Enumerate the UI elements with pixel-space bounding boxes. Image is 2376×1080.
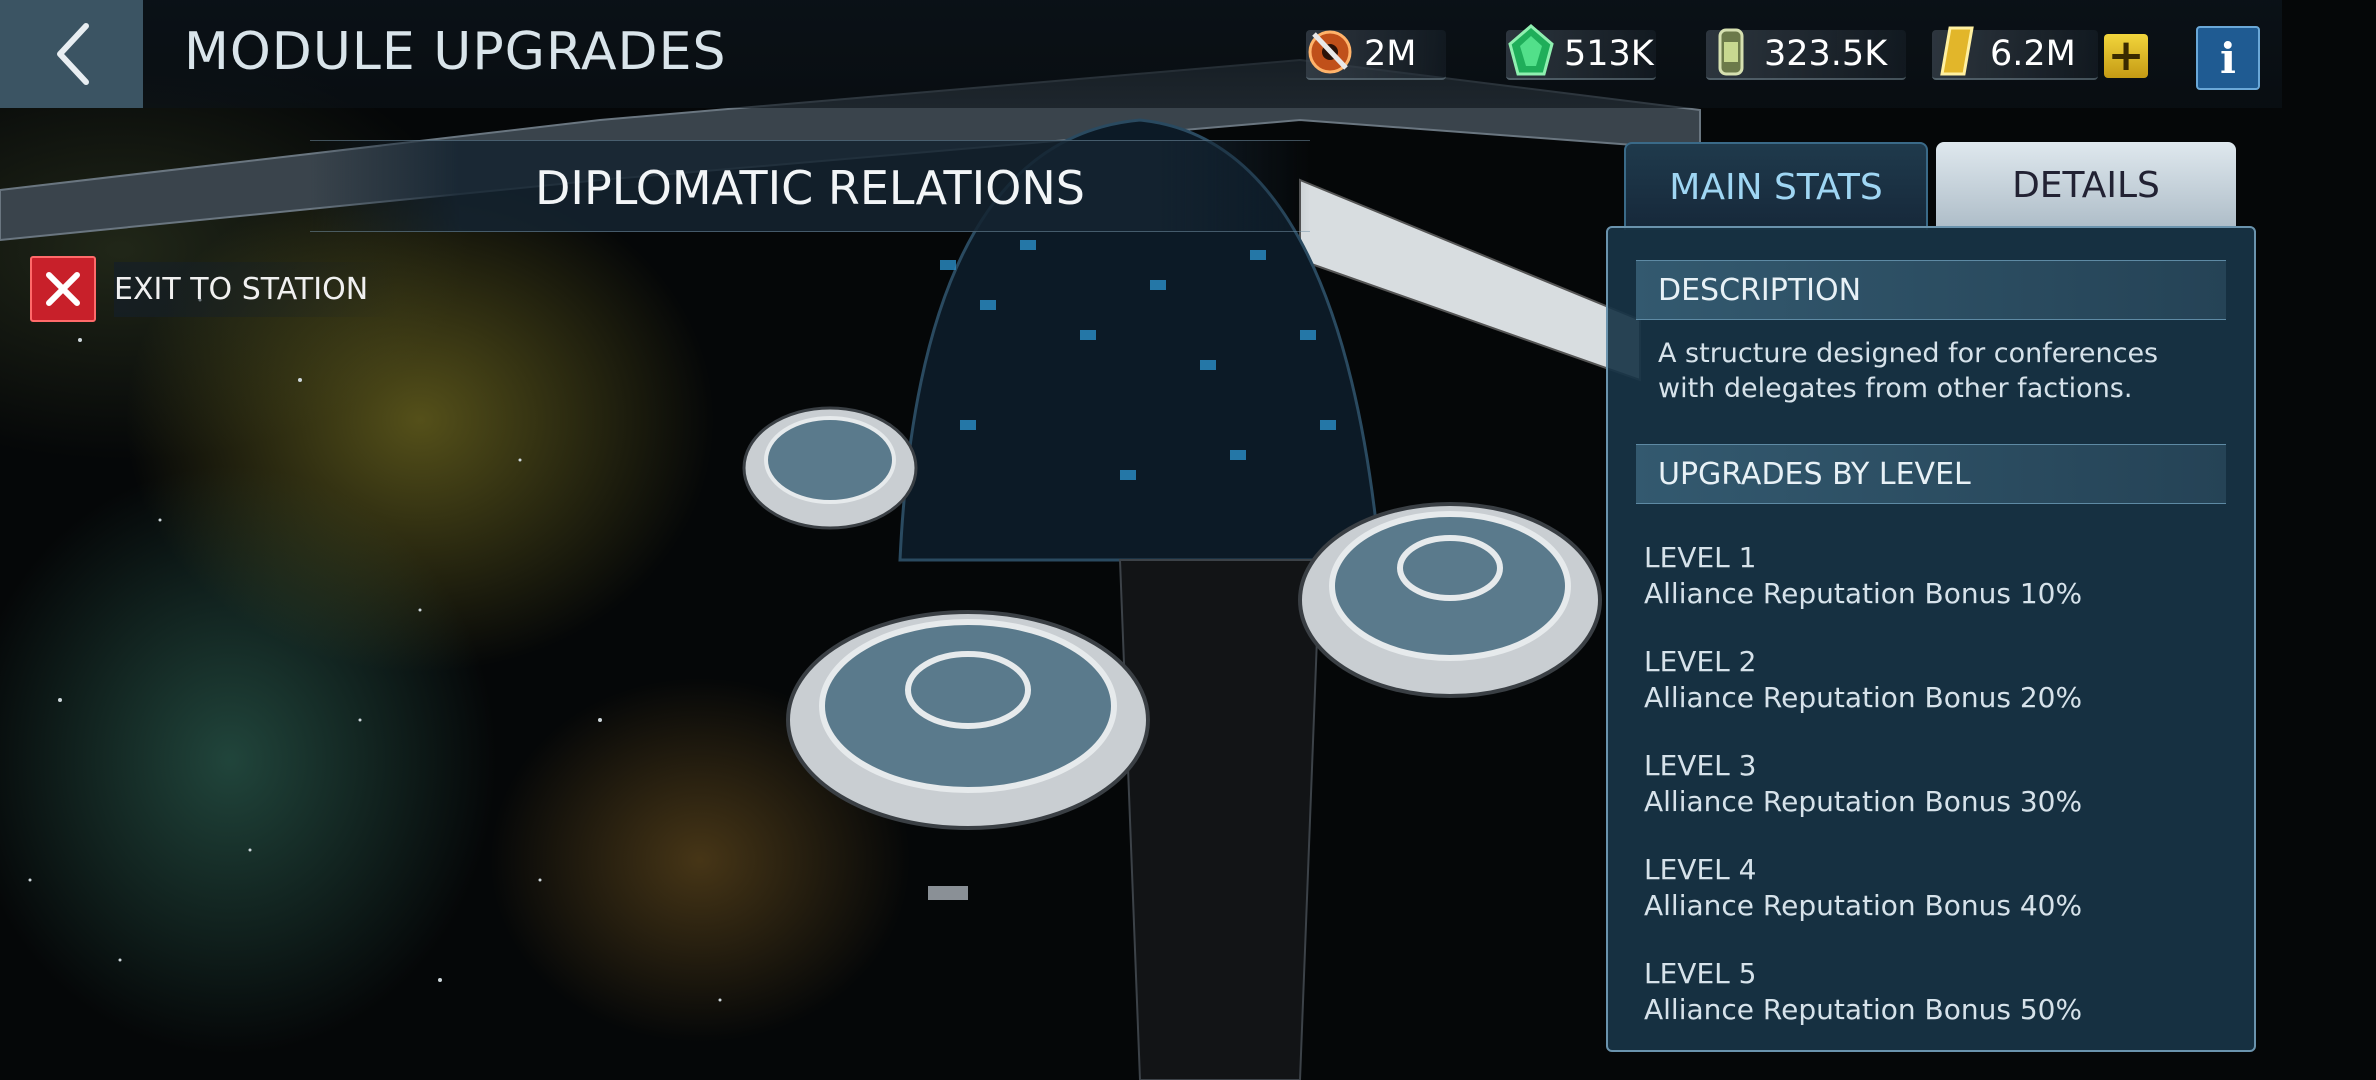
resource-gas[interactable]: 323.5K bbox=[1706, 28, 1906, 80]
gas-icon bbox=[1718, 28, 1744, 76]
level-bonus: Alliance Reputation Bonus 20% bbox=[1644, 681, 2083, 714]
level-item: LEVEL 1 Alliance Reputation Bonus 10% bbox=[1644, 540, 2224, 612]
description-text: A structure designed for conferences wit… bbox=[1658, 338, 2159, 404]
level-item: LEVEL 3 Alliance Reputation Bonus 30% bbox=[1644, 748, 2224, 820]
exit-to-station-label: EXIT TO STATION bbox=[114, 261, 399, 317]
landing-pad-back bbox=[742, 406, 918, 530]
info-button[interactable]: i bbox=[2196, 26, 2260, 90]
starfield bbox=[28, 298, 722, 1002]
description-heading: DESCRIPTION bbox=[1636, 260, 2226, 320]
info-icon: i bbox=[2220, 33, 2236, 83]
chevron-left-icon bbox=[56, 23, 89, 85]
resource-parts[interactable]: 2M bbox=[1306, 30, 1446, 80]
module-name: DIPLOMATIC RELATIONS bbox=[534, 161, 1085, 215]
close-icon bbox=[30, 256, 96, 322]
latinum-icon bbox=[1940, 26, 1974, 76]
back-button[interactable] bbox=[0, 0, 143, 108]
resource-latinum[interactable]: 6.2M bbox=[1932, 26, 2098, 80]
crystal-icon bbox=[1508, 24, 1554, 76]
tab-details-label: DETAILS bbox=[2012, 164, 2160, 206]
page-title: MODULE UPGRADES bbox=[184, 22, 727, 82]
tab-main-stats-label: MAIN STATS bbox=[1669, 166, 1883, 208]
add-currency-button[interactable]: + bbox=[2104, 34, 2148, 78]
tab-main-stats[interactable]: MAIN STATS bbox=[1624, 142, 1928, 230]
level-bonus: Alliance Reputation Bonus 10% bbox=[1644, 577, 2083, 610]
level-bonus: Alliance Reputation Bonus 50% bbox=[1644, 993, 2083, 1026]
upgrades-heading: UPGRADES BY LEVEL bbox=[1636, 444, 2226, 504]
top-bar: MODULE UPGRADES 2M 513K 323.5K 6.2M + i bbox=[0, 0, 2282, 108]
resource-parts-value: 2M bbox=[1364, 34, 1417, 74]
resource-latinum-value: 6.2M bbox=[1990, 34, 2076, 74]
level-title: LEVEL 1 bbox=[1644, 541, 1757, 574]
level-item: LEVEL 4 Alliance Reputation Bonus 40% bbox=[1644, 852, 2224, 924]
level-item: LEVEL 2 Alliance Reputation Bonus 20% bbox=[1644, 644, 2224, 716]
level-bonus: Alliance Reputation Bonus 40% bbox=[1644, 889, 2083, 922]
tab-details[interactable]: DETAILS bbox=[1936, 142, 2236, 228]
landing-pad-left bbox=[786, 610, 1150, 830]
resource-crystal-value: 513K bbox=[1564, 34, 1654, 74]
level-title: LEVEL 4 bbox=[1644, 853, 1757, 886]
station-arm-right bbox=[1299, 178, 1641, 382]
level-item: LEVEL 5 Alliance Reputation Bonus 50% bbox=[1644, 956, 2224, 1028]
resource-gas-value: 323.5K bbox=[1764, 34, 1888, 74]
level-title: LEVEL 5 bbox=[1644, 957, 1757, 990]
exit-to-station-button[interactable]: EXIT TO STATION bbox=[30, 256, 399, 322]
station-base bbox=[1118, 559, 1322, 1080]
small-ship bbox=[928, 886, 968, 900]
level-title: LEVEL 3 bbox=[1644, 749, 1757, 782]
module-name-banner: DIPLOMATIC RELATIONS bbox=[310, 140, 1310, 232]
resource-crystal[interactable]: 513K bbox=[1506, 24, 1656, 80]
level-title: LEVEL 2 bbox=[1644, 645, 1757, 678]
landing-pad-right bbox=[1298, 502, 1602, 698]
parts-icon bbox=[1308, 30, 1352, 74]
level-bonus: Alliance Reputation Bonus 30% bbox=[1644, 785, 2083, 818]
details-panel: DESCRIPTION A structure designed for con… bbox=[1606, 226, 2256, 1052]
plus-icon: + bbox=[2107, 30, 2145, 81]
